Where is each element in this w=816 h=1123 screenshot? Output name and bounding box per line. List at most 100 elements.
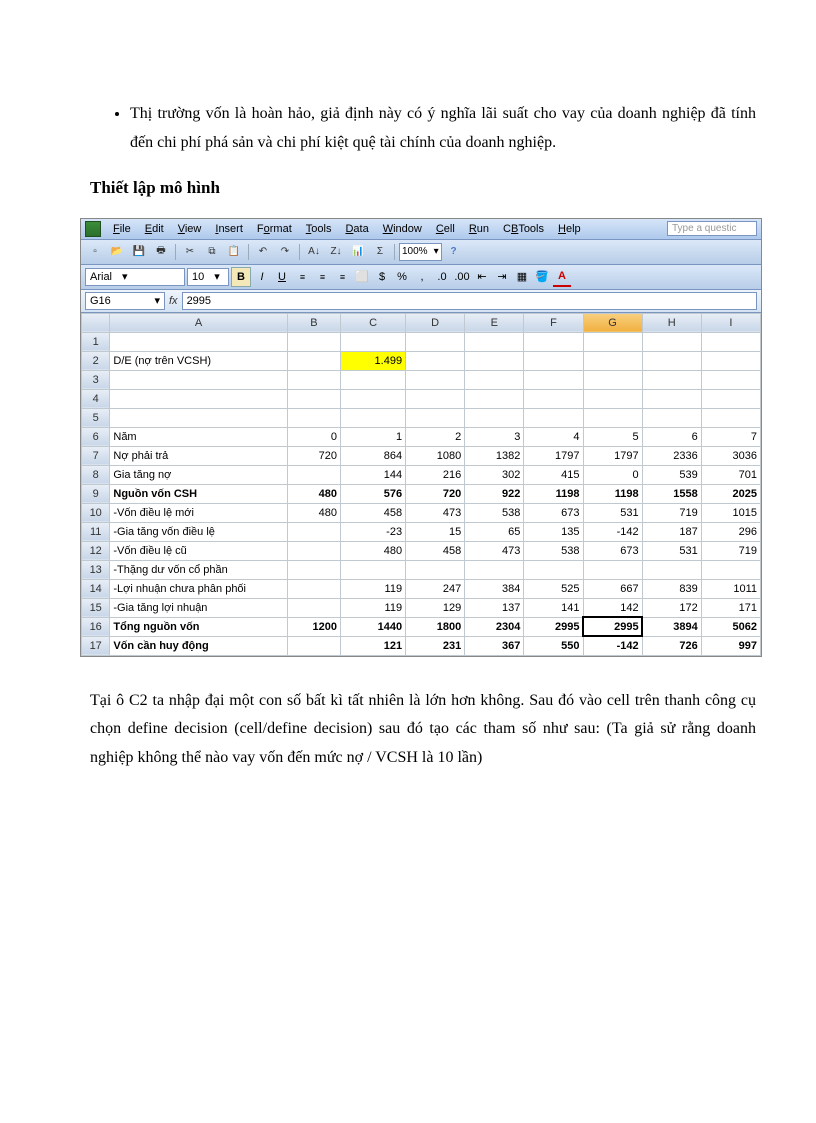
cell[interactable]: 839 (642, 579, 701, 598)
cell[interactable]: 473 (406, 503, 465, 522)
cell[interactable] (701, 370, 760, 389)
cell[interactable]: 1015 (701, 503, 760, 522)
cell[interactable] (287, 541, 340, 560)
row-header[interactable]: 1 (82, 332, 110, 351)
cell[interactable]: D/E (nợ trên VCSH) (110, 351, 287, 370)
cell[interactable]: 480 (287, 503, 340, 522)
col-header-G[interactable]: G (583, 313, 642, 332)
cell[interactable]: 720 (406, 484, 465, 503)
row-header[interactable]: 5 (82, 408, 110, 427)
cell[interactable]: 119 (341, 579, 406, 598)
menu-format[interactable]: Format (251, 221, 298, 237)
new-icon[interactable]: ▫ (85, 242, 105, 262)
cell[interactable] (524, 351, 583, 370)
cell[interactable]: 216 (406, 465, 465, 484)
cell[interactable]: -Vốn điều lệ mới (110, 503, 287, 522)
row-header[interactable]: 4 (82, 389, 110, 408)
row-header[interactable]: 15 (82, 598, 110, 617)
cell[interactable] (341, 332, 406, 351)
col-header-H[interactable]: H (642, 313, 701, 332)
cell[interactable] (110, 332, 287, 351)
menu-run[interactable]: Run (463, 221, 495, 237)
row-header[interactable]: 17 (82, 636, 110, 655)
cell[interactable]: -Thặng dư vốn cổ phần (110, 560, 287, 579)
cell[interactable]: 0 (287, 427, 340, 446)
cell[interactable]: 119 (341, 598, 406, 617)
sort-desc-icon[interactable]: Z↓ (326, 242, 346, 262)
row-header[interactable]: 13 (82, 560, 110, 579)
row-header[interactable]: 9 (82, 484, 110, 503)
col-header-B[interactable]: B (287, 313, 340, 332)
row-header[interactable]: 16 (82, 617, 110, 636)
cell[interactable]: 1558 (642, 484, 701, 503)
dec-dec-icon[interactable]: .00 (453, 268, 471, 286)
row-header[interactable]: 3 (82, 370, 110, 389)
cell[interactable]: 720 (287, 446, 340, 465)
cell[interactable]: 480 (287, 484, 340, 503)
row-header[interactable]: 6 (82, 427, 110, 446)
cell[interactable]: 5 (583, 427, 642, 446)
cell[interactable] (341, 560, 406, 579)
cell[interactable] (465, 560, 524, 579)
cell[interactable]: -23 (341, 522, 406, 541)
cell[interactable]: 458 (406, 541, 465, 560)
sum-icon[interactable]: Σ (370, 242, 390, 262)
underline-button[interactable]: U (273, 268, 291, 286)
cell[interactable]: 539 (642, 465, 701, 484)
cell[interactable] (341, 370, 406, 389)
cell[interactable] (642, 370, 701, 389)
cell[interactable]: 302 (465, 465, 524, 484)
cell[interactable]: 231 (406, 636, 465, 655)
cell[interactable]: 3894 (642, 617, 701, 636)
cell[interactable]: Tổng nguồn vốn (110, 617, 287, 636)
cell[interactable]: 538 (524, 541, 583, 560)
cell[interactable] (465, 389, 524, 408)
cell[interactable] (465, 408, 524, 427)
cell[interactable] (701, 560, 760, 579)
cell[interactable]: 2 (406, 427, 465, 446)
menu-window[interactable]: Window (377, 221, 428, 237)
cell[interactable]: 4 (524, 427, 583, 446)
cell[interactable]: 1198 (583, 484, 642, 503)
menu-view[interactable]: View (172, 221, 208, 237)
bold-button[interactable]: B (231, 267, 251, 287)
cell[interactable]: 2336 (642, 446, 701, 465)
cell[interactable]: 576 (341, 484, 406, 503)
cell[interactable]: 171 (701, 598, 760, 617)
cell[interactable] (110, 370, 287, 389)
cell[interactable]: 531 (583, 503, 642, 522)
cell[interactable]: 1011 (701, 579, 760, 598)
cell[interactable]: 2995 (583, 617, 642, 636)
chart-icon[interactable]: 📊 (348, 242, 368, 262)
print-icon[interactable]: 🖶 (151, 242, 171, 262)
cell[interactable]: 3 (465, 427, 524, 446)
cell[interactable]: -142 (583, 522, 642, 541)
cell[interactable]: 1.499 (341, 351, 406, 370)
cell[interactable]: 525 (524, 579, 583, 598)
sort-asc-icon[interactable]: A↓ (304, 242, 324, 262)
cell[interactable] (701, 389, 760, 408)
cell[interactable]: 142 (583, 598, 642, 617)
cell[interactable]: 719 (642, 503, 701, 522)
row-header[interactable]: 8 (82, 465, 110, 484)
cell[interactable]: 673 (583, 541, 642, 560)
cell[interactable] (642, 332, 701, 351)
cell[interactable] (287, 560, 340, 579)
help-icon[interactable]: ? (444, 242, 464, 262)
cell[interactable]: 121 (341, 636, 406, 655)
cell[interactable] (287, 332, 340, 351)
cell[interactable] (642, 351, 701, 370)
cell[interactable] (287, 408, 340, 427)
font-select[interactable]: Arial▾ (85, 268, 185, 286)
cell[interactable]: 15 (406, 522, 465, 541)
fontsize-select[interactable]: 10▾ (187, 268, 229, 286)
cell[interactable]: 1 (341, 427, 406, 446)
menu-data[interactable]: Data (339, 221, 374, 237)
cell[interactable]: 384 (465, 579, 524, 598)
row-header[interactable]: 10 (82, 503, 110, 522)
cell[interactable] (583, 408, 642, 427)
cell[interactable] (583, 560, 642, 579)
cell[interactable]: 144 (341, 465, 406, 484)
align-center-icon[interactable]: ≡ (313, 268, 331, 286)
cell[interactable]: 296 (701, 522, 760, 541)
